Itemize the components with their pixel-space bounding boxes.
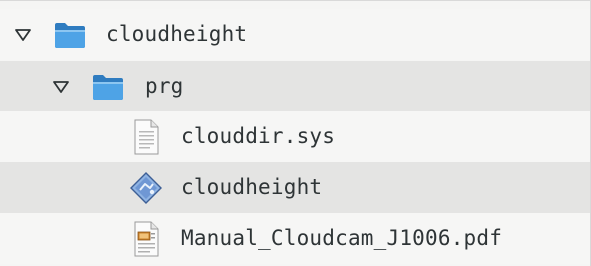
tree-item-label: Manual_Cloudcam_J1006.pdf bbox=[181, 226, 503, 250]
tree-item-label: clouddir.sys bbox=[181, 124, 336, 148]
tree-row-clouddir-sys[interactable]: clouddir.sys bbox=[0, 111, 590, 162]
tree-item-label: cloudheight bbox=[106, 22, 248, 46]
pdf-file-icon bbox=[128, 221, 164, 257]
tree-row-prg-folder[interactable]: prg bbox=[0, 61, 590, 112]
tree-item-label: prg bbox=[145, 74, 184, 98]
expander-down-icon[interactable] bbox=[14, 28, 32, 42]
file-tree: cloudheight prg clouddir.sys cloudheight… bbox=[0, 0, 591, 266]
expander-down-icon[interactable] bbox=[52, 80, 70, 94]
tree-row-manual-pdf[interactable]: Manual_Cloudcam_J1006.pdf bbox=[0, 213, 590, 264]
tree-row-cloudheight-executable[interactable]: cloudheight bbox=[0, 162, 590, 213]
tree-row-cloudheight-folder[interactable]: cloudheight bbox=[0, 9, 590, 60]
executable-file-icon bbox=[128, 170, 164, 206]
text-file-icon bbox=[128, 119, 164, 155]
folder-icon bbox=[52, 17, 88, 53]
tree-item-label: cloudheight bbox=[181, 175, 323, 199]
folder-icon bbox=[90, 69, 126, 105]
